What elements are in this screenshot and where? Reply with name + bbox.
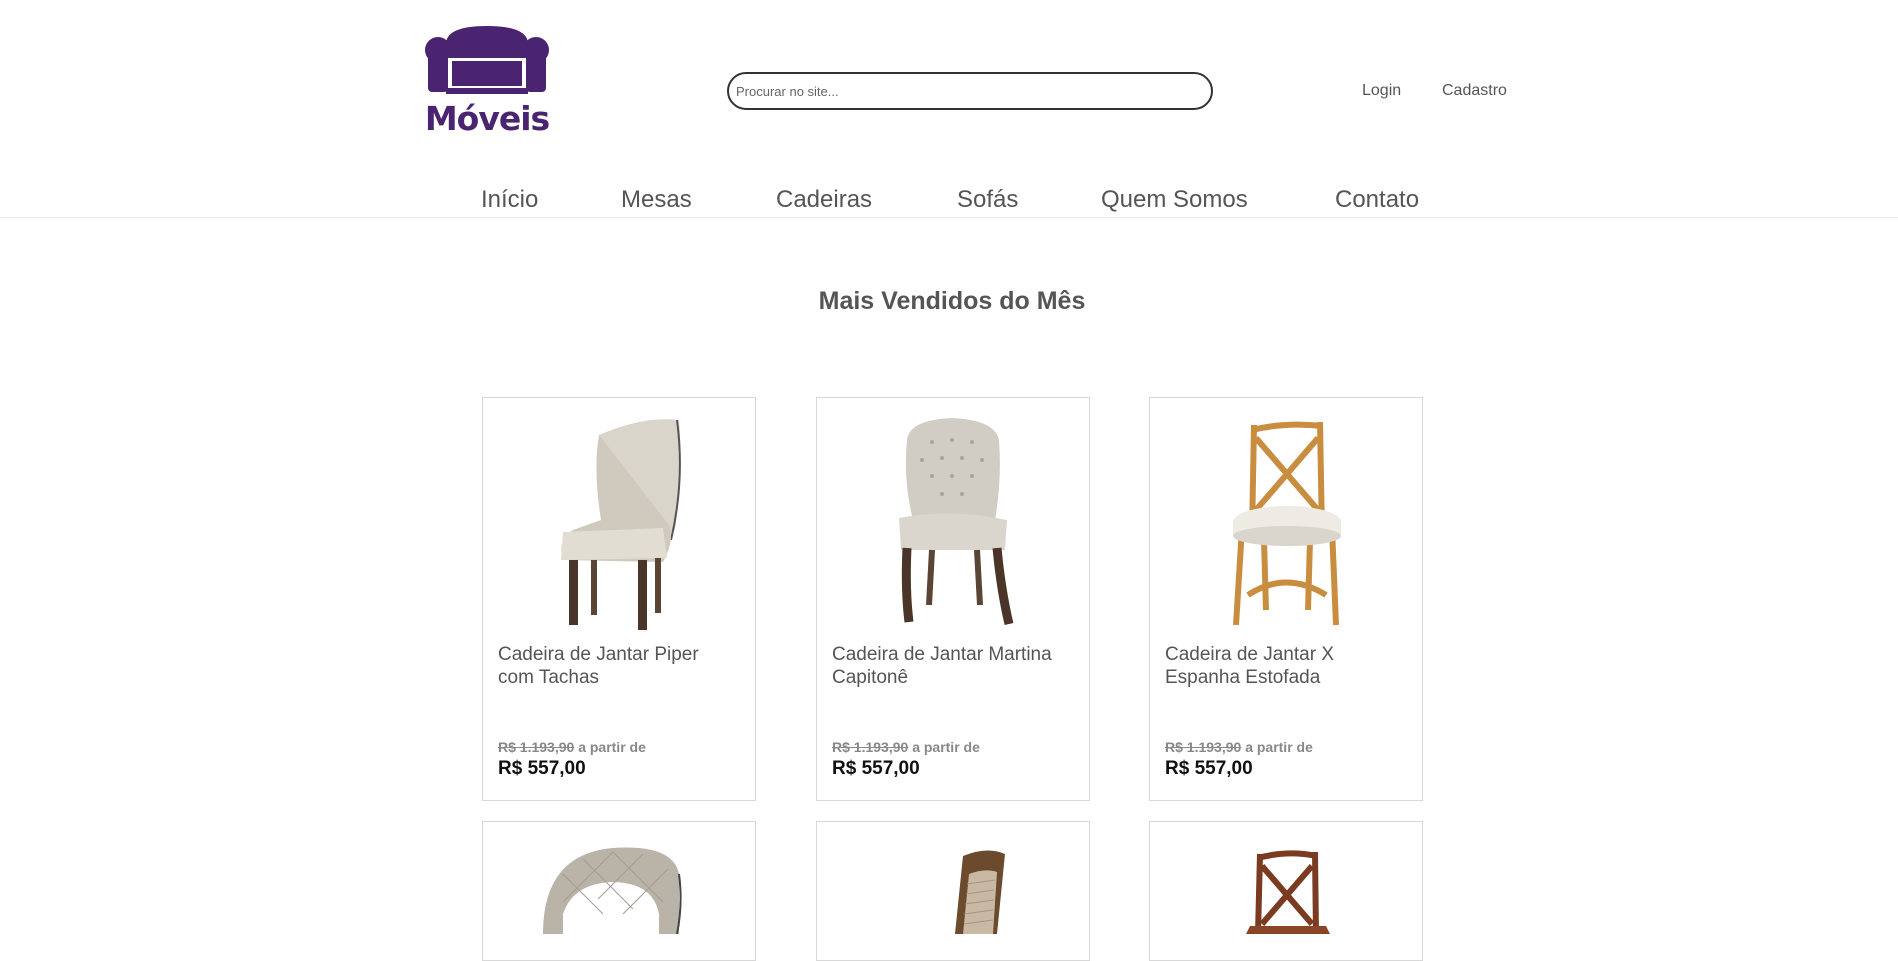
brand-name: Móveis <box>424 99 550 138</box>
nav-item-quem-somos[interactable]: Quem Somos <box>1101 186 1248 214</box>
product-image-tufted-chair[interactable] <box>837 410 1069 636</box>
product-card[interactable] <box>816 821 1090 961</box>
brand-logo[interactable]: Móveis <box>424 24 550 139</box>
old-price-line: R$ 1.193,90 a partir de <box>832 739 980 755</box>
old-price: R$ 1.193,90 <box>832 739 909 755</box>
from-label: a partir de <box>1245 739 1313 755</box>
from-label: a partir de <box>578 739 646 755</box>
from-label: a partir de <box>912 739 980 755</box>
product-image-dark-x-chair[interactable] <box>1170 834 1402 934</box>
product-image-cream-chair[interactable] <box>503 410 735 636</box>
product-name[interactable]: Cadeira de Jantar Martina Capitonê <box>832 643 1072 689</box>
register-link[interactable]: Cadastro <box>1442 82 1507 100</box>
product-price: R$ 557,00 <box>1165 758 1253 779</box>
product-card[interactable]: Cadeira de Jantar Piper com Tachas R$ 1.… <box>482 397 756 801</box>
old-price-line: R$ 1.193,90 a partir de <box>498 739 646 755</box>
search-input[interactable] <box>727 72 1213 110</box>
nav-item-sofas[interactable]: Sofás <box>957 186 1018 214</box>
section-title: Mais Vendidos do Mês <box>818 287 1086 315</box>
nav-item-inicio[interactable]: Início <box>481 186 538 214</box>
product-card[interactable]: Cadeira de Jantar Martina Capitonê R$ 1.… <box>816 397 1090 801</box>
login-link[interactable]: Login <box>1362 82 1401 100</box>
old-price: R$ 1.193,90 <box>498 739 575 755</box>
old-price-line: R$ 1.193,90 a partir de <box>1165 739 1313 755</box>
product-card[interactable] <box>482 821 756 961</box>
nav-divider <box>0 217 1898 218</box>
product-name[interactable]: Cadeira de Jantar Piper com Tachas <box>498 643 738 689</box>
old-price: R$ 1.193,90 <box>1165 739 1242 755</box>
nav-item-mesas[interactable]: Mesas <box>621 186 692 214</box>
product-price: R$ 557,00 <box>832 758 920 779</box>
product-name[interactable]: Cadeira de Jantar X Espanha Estofada <box>1165 643 1405 689</box>
product-price: R$ 557,00 <box>498 758 586 779</box>
product-card[interactable] <box>1149 821 1423 961</box>
product-card[interactable]: Cadeira de Jantar X Espanha Estofada R$ … <box>1149 397 1423 801</box>
product-image-dark-wood-chair[interactable] <box>837 834 1069 934</box>
product-image-wooden-chair[interactable] <box>1170 410 1402 636</box>
nav-item-cadeiras[interactable]: Cadeiras <box>776 186 872 214</box>
sofa-icon <box>425 26 549 94</box>
nav-item-contato[interactable]: Contato <box>1335 186 1419 214</box>
product-image-quilted-chair[interactable] <box>503 834 735 934</box>
